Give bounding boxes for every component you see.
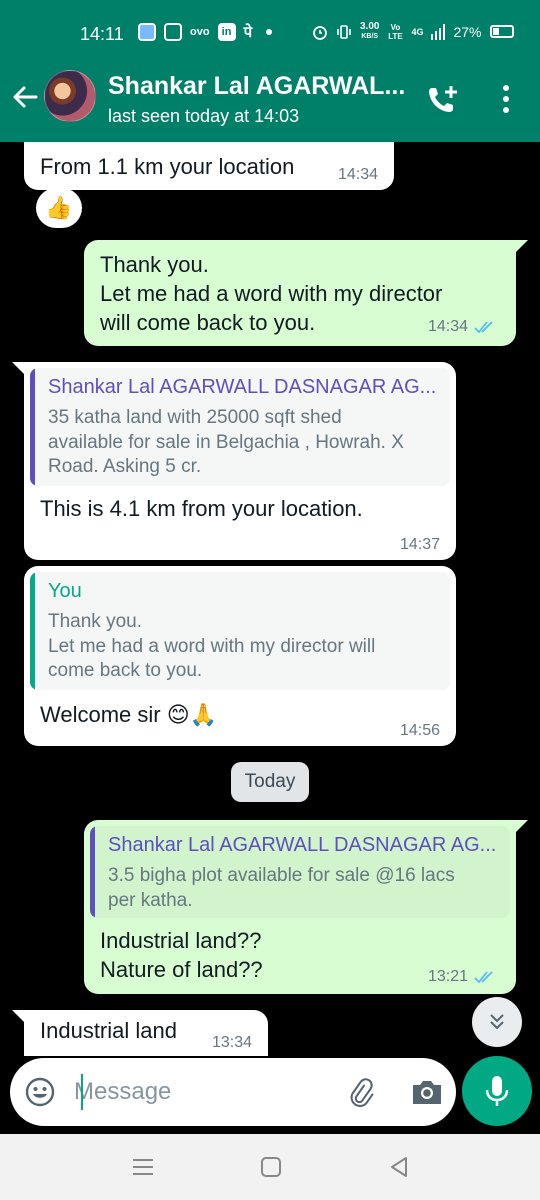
message-reaction[interactable]: 👍 xyxy=(36,188,82,228)
bubble-tail xyxy=(514,240,528,254)
quote-bar xyxy=(30,368,35,486)
vibrate-icon xyxy=(337,24,351,39)
double-chevron-down-icon xyxy=(490,1014,504,1030)
linkedin-icon: in xyxy=(217,23,236,41)
app-notification-icon xyxy=(138,23,156,41)
volte-indicator: Vo LTE xyxy=(388,22,403,41)
status-time: 14:11 xyxy=(80,24,124,44)
message-time: 13:21 xyxy=(428,968,498,986)
home-icon[interactable] xyxy=(258,1154,284,1180)
message-time: 14:56 xyxy=(400,722,441,739)
quote-text: 3.5 bigha plot available for sale @16 la… xyxy=(108,865,455,911)
status-bar: 14:11 ovo in पे 3.00 KB/S Vo LTE 4G 27% xyxy=(0,0,540,62)
paperclip-icon[interactable] xyxy=(344,1076,378,1110)
chat-messages[interactable]: From 1.1 km your location 14:34 👍 Thank … xyxy=(0,142,540,1056)
message-incoming[interactable]: Shankar Lal AGARWALL DASNAGAR AG... 35 k… xyxy=(24,362,456,560)
bubble-tail xyxy=(514,820,528,834)
message-text: Thank you. Let me had a word with my dir… xyxy=(100,252,443,335)
message-input[interactable] xyxy=(74,1072,324,1112)
double-check-icon xyxy=(474,971,493,984)
quoted-message[interactable]: Shankar Lal AGARWALL DASNAGAR AG... 35 k… xyxy=(30,368,450,486)
quote-text: 35 katha land with 25000 sqft shed avail… xyxy=(48,407,404,477)
mic-button[interactable] xyxy=(462,1056,532,1126)
text-caret xyxy=(81,1074,83,1110)
microphone-icon xyxy=(485,1076,509,1106)
date-separator: Today xyxy=(231,762,309,802)
quote-author: You xyxy=(48,580,82,602)
arrow-left-icon[interactable] xyxy=(10,82,40,112)
system-status-icons: 3.00 KB/S Vo LTE 4G 27% xyxy=(312,22,514,41)
message-incoming[interactable]: You Thank you. Let me had a word with my… xyxy=(24,566,456,746)
recent-apps-icon[interactable] xyxy=(130,1154,156,1180)
bubble-tail xyxy=(12,362,26,376)
avatar[interactable] xyxy=(44,70,96,122)
phone-plus-icon[interactable] xyxy=(424,82,460,118)
message-composer xyxy=(10,1058,456,1126)
system-navigation-bar xyxy=(0,1134,540,1200)
network-speed: 3.00 KB/S xyxy=(360,21,380,41)
quoted-message[interactable]: Shankar Lal AGARWALL DASNAGAR AG... 3.5 … xyxy=(90,826,510,918)
message-incoming[interactable]: From 1.1 km your location 14:34 xyxy=(24,142,394,190)
quote-author: Shankar Lal AGARWALL DASNAGAR AG... xyxy=(48,376,437,398)
message-text: Industrial land?? Nature of land?? xyxy=(100,928,263,982)
battery-icon xyxy=(489,25,514,38)
battery-percent: 27% xyxy=(453,23,482,40)
message-time: 14:34 xyxy=(428,318,498,336)
camera-icon[interactable] xyxy=(410,1076,444,1108)
more-notifications-dot xyxy=(266,29,273,35)
quoted-message[interactable]: You Thank you. Let me had a word with my… xyxy=(30,572,450,690)
last-seen-status[interactable]: last seen today at 14:03 xyxy=(108,106,299,127)
message-outgoing[interactable]: Shankar Lal AGARWALL DASNAGAR AG... 3.5 … xyxy=(84,820,516,994)
notification-icons: ovo in पे xyxy=(138,22,273,42)
quote-bar xyxy=(90,826,95,918)
carrier-notification-icon: ovo xyxy=(190,26,210,38)
more-vertical-icon[interactable] xyxy=(496,84,516,114)
chat-header: Shankar Lal AGARWAL... last seen today a… xyxy=(0,62,540,142)
quote-author: Shankar Lal AGARWALL DASNAGAR AG... xyxy=(108,834,497,856)
smiley-icon[interactable] xyxy=(24,1076,56,1108)
message-text: From 1.1 km your location xyxy=(40,154,295,179)
back-nav-icon[interactable] xyxy=(386,1154,412,1180)
contact-name[interactable]: Shankar Lal AGARWAL... xyxy=(108,72,405,101)
calendar-notification-icon xyxy=(164,23,182,41)
message-time: 14:37 xyxy=(400,536,441,553)
message-incoming[interactable]: Industrial land 13:34 xyxy=(24,1010,268,1056)
bubble-tail xyxy=(12,1010,26,1024)
message-text: This is 4.1 km from your location. xyxy=(40,496,363,521)
signal-icon xyxy=(431,23,446,40)
message-text: Industrial land xyxy=(40,1018,177,1043)
message-text: Welcome sir 😊🙏 xyxy=(40,702,218,727)
quote-text: Thank you. Let me had a word with my dir… xyxy=(48,611,376,681)
alarm-icon xyxy=(313,25,327,40)
payment-notification-icon: पे xyxy=(243,24,253,41)
scroll-to-bottom-button[interactable] xyxy=(472,997,522,1047)
quote-bar xyxy=(30,572,35,690)
message-time: 14:34 xyxy=(338,166,379,183)
network-type: 4G xyxy=(411,26,424,37)
message-outgoing[interactable]: Thank you. Let me had a word with my dir… xyxy=(84,240,516,346)
message-time: 13:34 xyxy=(212,1034,253,1051)
double-check-icon xyxy=(474,321,493,334)
